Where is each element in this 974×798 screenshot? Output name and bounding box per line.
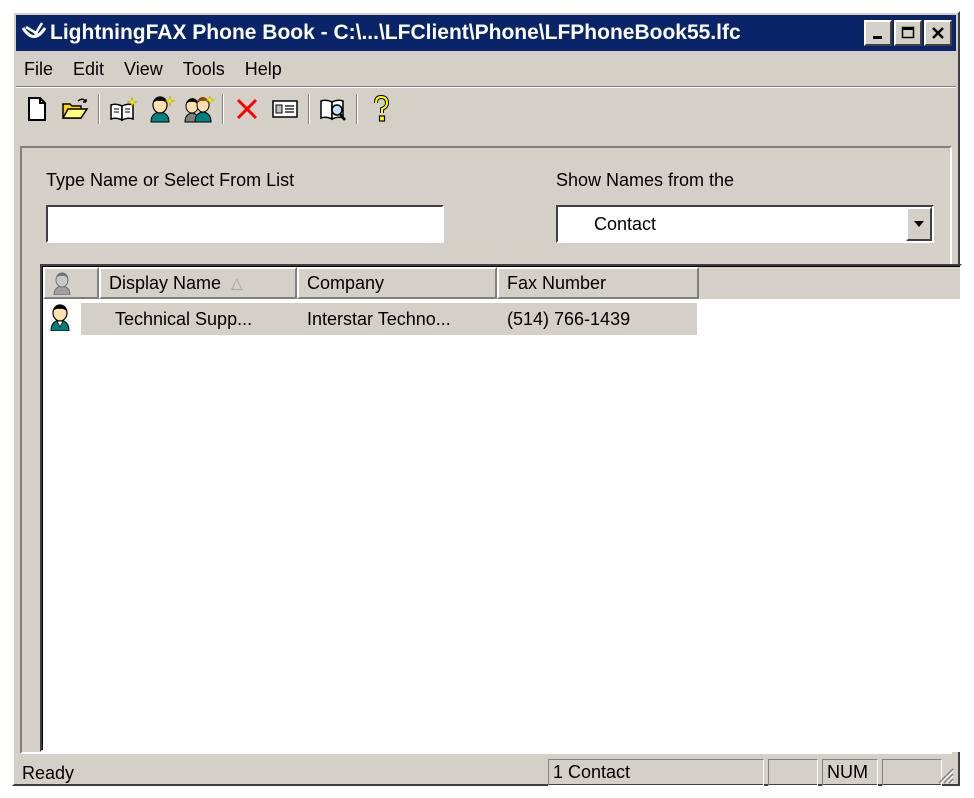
search-label: Type Name or Select From List xyxy=(46,170,295,190)
sort-ascending-icon: △ xyxy=(231,275,243,292)
source-dropdown[interactable]: Contact xyxy=(556,205,934,243)
properties-icon xyxy=(272,100,298,118)
new-icon xyxy=(28,97,46,121)
find-button[interactable] xyxy=(316,92,350,126)
toolbar-separator xyxy=(222,94,224,124)
status-bar: Ready 1 Contact NUM xyxy=(16,759,956,786)
contact-list[interactable]: Display Name △ Company Fax Number Techni… xyxy=(40,264,962,752)
find-icon xyxy=(320,99,346,121)
window-title: LightningFAX Phone Book - C:\...\LFClien… xyxy=(50,21,741,44)
status-num-lock-text: NUM xyxy=(827,762,868,782)
column-header-company-label: Company xyxy=(307,272,385,293)
cell-company: Interstar Techno... xyxy=(307,309,451,329)
status-contact-count: 1 Contact xyxy=(548,759,764,786)
close-icon xyxy=(932,27,944,39)
column-header-fax-number-label: Fax Number xyxy=(507,272,607,293)
menu-divider xyxy=(16,86,956,88)
source-selected-value: Contact xyxy=(594,214,657,234)
menu-tools[interactable]: Tools xyxy=(173,59,235,80)
toolbar-separator xyxy=(98,94,100,124)
toolbar xyxy=(16,89,956,129)
menu-view[interactable]: View xyxy=(114,59,173,80)
lightningfax-app-icon xyxy=(21,22,47,38)
phone-book-window: LightningFAX Phone Book - C:\...\LFClien… xyxy=(12,11,962,786)
status-contact-count-text: 1 Contact xyxy=(553,762,631,782)
open-folder-icon xyxy=(61,98,89,119)
contact-person-icon xyxy=(50,304,70,331)
status-ready-text: Ready xyxy=(22,763,75,783)
open-button[interactable] xyxy=(58,92,92,126)
source-label: Show Names from the xyxy=(556,170,735,190)
cell-display-name: Technical Supp... xyxy=(115,309,253,329)
contact-list-inner: Display Name △ Company Fax Number Techni… xyxy=(42,266,960,750)
menu-file[interactable]: File xyxy=(16,59,63,80)
toolbar-separator xyxy=(356,94,358,124)
table-row[interactable]: Technical Supp... Interstar Techno... (5… xyxy=(43,301,960,335)
menu-bar: File Edit View Tools Help xyxy=(16,53,956,85)
chevron-down-icon xyxy=(914,221,924,227)
properties-button[interactable] xyxy=(268,92,302,126)
title-bar[interactable]: LightningFAX Phone Book - C:\...\LFClien… xyxy=(16,15,956,51)
column-header-display-name[interactable]: Display Name △ xyxy=(99,267,297,299)
delete-icon xyxy=(236,98,258,120)
status-pane-last xyxy=(882,759,942,786)
phone-book-icon xyxy=(110,96,138,122)
help-icon xyxy=(374,95,390,122)
close-button[interactable] xyxy=(924,20,952,46)
column-header-display-name-label: Display Name xyxy=(109,272,222,293)
new-button[interactable] xyxy=(20,92,54,126)
new-group-icon xyxy=(184,95,215,123)
new-contact-button[interactable] xyxy=(144,92,178,126)
delete-button[interactable] xyxy=(230,92,264,126)
phone-book-button[interactable] xyxy=(106,92,140,126)
menu-edit[interactable]: Edit xyxy=(63,59,114,80)
dropdown-button[interactable] xyxy=(906,207,932,241)
help-button[interactable] xyxy=(364,92,398,126)
column-header-type[interactable] xyxy=(43,267,99,299)
column-header-company[interactable]: Company xyxy=(297,267,497,299)
contact-type-column-icon xyxy=(53,272,71,295)
new-group-button[interactable] xyxy=(182,92,216,126)
name-search-input[interactable] xyxy=(46,205,444,243)
status-num-lock: NUM xyxy=(822,759,878,786)
status-pane-empty xyxy=(768,759,818,786)
minimize-button[interactable] xyxy=(864,20,892,46)
new-contact-icon xyxy=(150,95,176,123)
maximize-icon xyxy=(901,26,915,39)
minimize-icon xyxy=(873,36,882,39)
cell-fax-number: (514) 766-1439 xyxy=(507,309,631,329)
column-header-fax-number[interactable]: Fax Number xyxy=(497,267,699,299)
resize-grip-icon[interactable] xyxy=(934,764,954,784)
toolbar-separator xyxy=(308,94,310,124)
maximize-button[interactable] xyxy=(894,20,922,46)
list-header: Display Name △ Company Fax Number xyxy=(43,267,960,299)
menu-help[interactable]: Help xyxy=(235,59,292,80)
